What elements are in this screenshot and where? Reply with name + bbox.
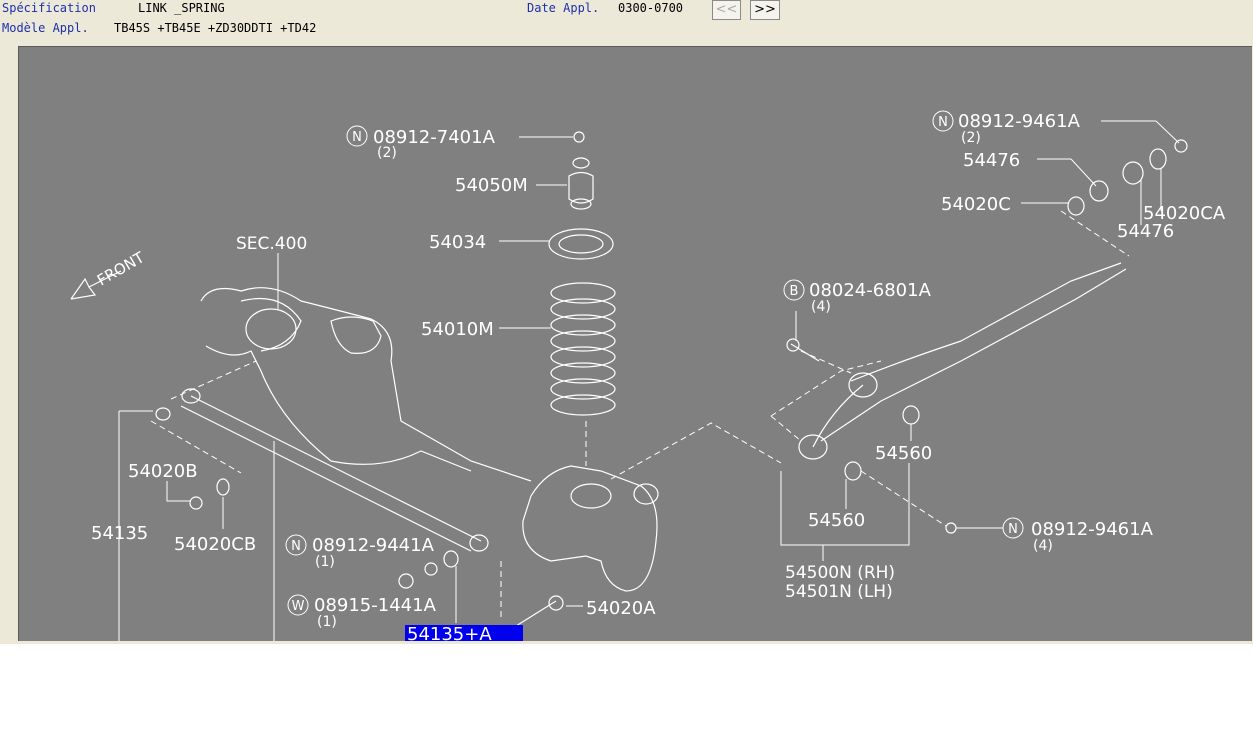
qty-08912-9441A: (1) — [315, 554, 335, 570]
prefix-n-4: N — [291, 539, 301, 554]
part-54020CB[interactable]: 54020CB — [174, 534, 256, 555]
part-54501N[interactable]: 54501N (LH) — [785, 582, 893, 602]
spec-label: Spécification — [2, 1, 96, 15]
model-label: Modèle Appl. — [2, 21, 89, 35]
part-08912-9461A-bottom[interactable]: 08912-9461A — [1031, 519, 1154, 540]
part-08912-9441A[interactable]: 08912-9441A — [312, 535, 435, 556]
parts-diagram[interactable]: N 08912-7401A (2) 54050M 54034 54010M N … — [18, 46, 1252, 641]
part-54020C[interactable]: 54020C — [941, 194, 1011, 215]
part-54020A[interactable]: 54020A — [586, 598, 656, 619]
info-bar: Spécification LINK _SPRING Date Appl. 03… — [0, 0, 1253, 44]
part-54135[interactable]: 54135 — [91, 523, 148, 544]
parts-diagram-svg: N 08912-7401A (2) 54050M 54034 54010M N … — [70, 110, 1226, 641]
model-value: TB45S +TB45E +ZD30DDTI +TD42 — [114, 21, 317, 35]
prefix-b: B — [790, 284, 799, 299]
prefix-n-2: N — [938, 115, 948, 130]
part-54034[interactable]: 54034 — [429, 232, 486, 253]
part-08912-9461A-top[interactable]: 08912-9461A — [958, 111, 1081, 132]
date-value: 0300-0700 — [618, 1, 684, 15]
part-08915-1441A[interactable]: 08915-1441A — [314, 595, 437, 616]
part-54010M[interactable]: 54010M — [421, 319, 494, 340]
front-label: FRONT — [94, 248, 148, 290]
prev-button[interactable]: << — [712, 0, 741, 20]
next-button[interactable]: >> — [750, 0, 780, 20]
qty-08912-9461A-top: (2) — [961, 130, 981, 146]
qty-08912-7401A: (2) — [377, 145, 397, 161]
date-label: Date Appl. — [527, 1, 600, 15]
part-54476-b[interactable]: 54476 — [1117, 221, 1174, 242]
qty-08024-6801A: (4) — [811, 299, 831, 315]
part-54560-b[interactable]: 54560 — [808, 510, 865, 531]
prefix-n-3: N — [1008, 522, 1018, 537]
part-54050M[interactable]: 54050M — [455, 175, 528, 196]
prefix-w: W — [292, 599, 305, 614]
prefix-n-1: N — [352, 130, 362, 145]
part-54476-a[interactable]: 54476 — [963, 150, 1020, 171]
part-54135-A-selected[interactable]: 54135+A — [407, 624, 492, 641]
qty-08912-9461A-bottom: (4) — [1033, 538, 1053, 554]
part-54020B[interactable]: 54020B — [128, 461, 198, 482]
spec-value: LINK _SPRING — [138, 1, 225, 15]
part-54500N[interactable]: 54500N (RH) — [785, 563, 895, 583]
part-54560-a[interactable]: 54560 — [875, 443, 932, 464]
part-08024-6801A[interactable]: 08024-6801A — [809, 280, 932, 301]
sec-400-label[interactable]: SEC.400 — [236, 234, 307, 254]
qty-08915-1441A: (1) — [317, 614, 337, 630]
